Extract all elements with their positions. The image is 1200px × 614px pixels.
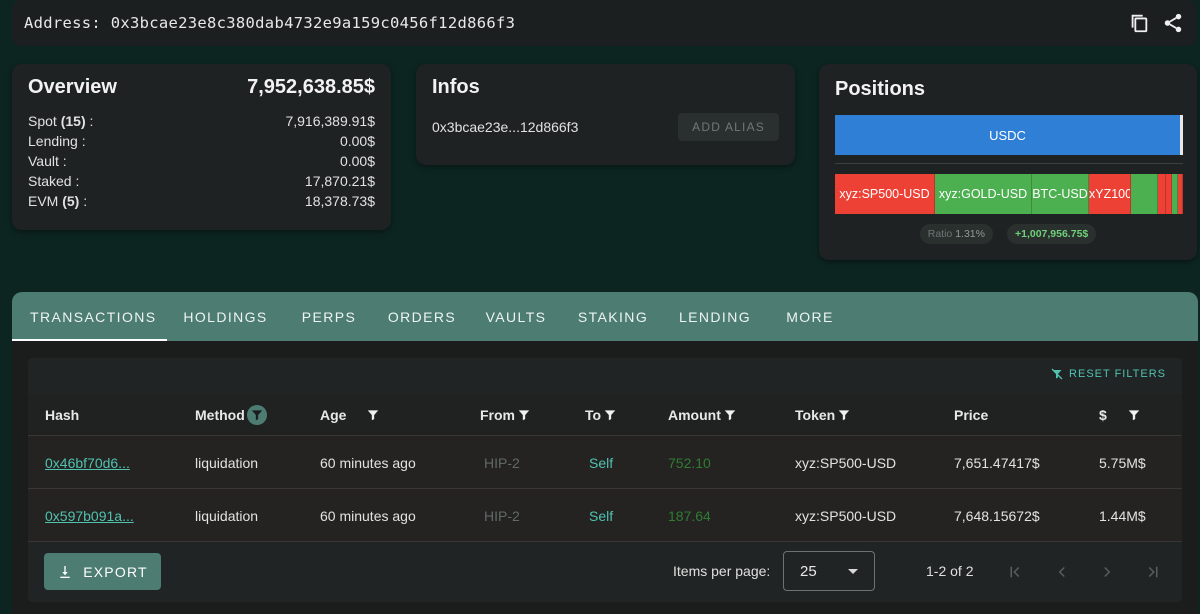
tx-age: 60 minutes ago <box>320 507 416 524</box>
copy-icon[interactable] <box>1128 12 1150 34</box>
col-price[interactable]: Price <box>954 394 988 436</box>
download-icon <box>60 565 70 578</box>
infos-title: Infos <box>432 76 480 98</box>
table-header: Hash Method Age From To Amount Token Pri… <box>28 394 1182 436</box>
address-bar: Address: 0x3bcae23e8c380dab4732e9a159c04… <box>12 0 1196 46</box>
tab-bar: TRANSACTIONS HOLDINGS PERPS ORDERS VAULT… <box>12 292 1198 341</box>
filter-off-icon <box>1051 368 1063 380</box>
filter-active-icon[interactable] <box>246 405 267 425</box>
overview-row-vault: Vault : 0.00$ <box>28 153 375 169</box>
tx-amount: 187.64 <box>668 507 711 524</box>
overview-total: 7,952,638.85$ <box>247 76 375 98</box>
divider <box>835 163 1183 164</box>
tx-price: 7,648.15672$ <box>954 507 1040 524</box>
tx-token: xyz:SP500-USD <box>795 454 897 471</box>
tx-token: xyz:SP500-USD <box>795 507 897 524</box>
overview-row-evm: EVM (5) : 18,378.73$ <box>28 193 375 209</box>
col-hash[interactable]: Hash <box>45 394 79 436</box>
position-segment[interactable]: BTC-USD <box>1032 174 1089 214</box>
position-segment[interactable]: xyz:SP500-USD <box>835 174 935 214</box>
tx-hash-link[interactable]: 0x597b091a... <box>45 489 134 542</box>
first-page-icon[interactable] <box>1003 560 1027 584</box>
filter-icon[interactable] <box>837 408 851 422</box>
export-label: EXPORT <box>83 563 148 580</box>
overview-row-spot: Spot (15) : 7,916,389.91$ <box>28 113 375 129</box>
positions-card: Positions USDC xyz:SP500-USD xyz:GOLD-US… <box>819 64 1197 260</box>
tab-more[interactable]: MORE <box>766 292 854 341</box>
filter-icon[interactable] <box>1127 408 1141 422</box>
tx-amount: 752.10 <box>668 454 711 471</box>
overview-row-staked: Staked : 17,870.21$ <box>28 173 375 189</box>
tab-lending[interactable]: LENDING <box>664 292 766 341</box>
tabs-panel: TRANSACTIONS HOLDINGS PERPS ORDERS VAULT… <box>12 292 1198 614</box>
usdc-bar[interactable]: USDC <box>835 115 1183 155</box>
chevron-down-icon <box>848 568 858 574</box>
share-icon[interactable] <box>1162 12 1184 34</box>
page-range: 1-2 of 2 <box>926 563 974 579</box>
position-segment[interactable]: xYZ100 <box>1089 174 1131 214</box>
col-to[interactable]: To <box>585 394 617 436</box>
items-per-page-value: 25 <box>800 562 817 580</box>
position-segment[interactable]: xyz:GOLD-USD <box>935 174 1032 214</box>
tx-to[interactable]: Self <box>589 489 613 542</box>
pnl-badge: +1,007,956.75$ <box>1006 224 1097 244</box>
tx-from[interactable]: HIP-2 <box>484 489 520 542</box>
tx-hash-link[interactable]: 0x46bf70d6... <box>45 436 130 489</box>
col-method[interactable]: Method <box>195 394 267 436</box>
tx-price: 7,651.47417$ <box>954 454 1040 471</box>
position-segment[interactable] <box>1158 174 1166 214</box>
reset-filters-button[interactable]: RESET FILTERS <box>1051 368 1166 380</box>
items-per-page-label: Items per page: <box>673 563 771 579</box>
col-age[interactable]: Age <box>320 394 380 436</box>
short-address: 0x3bcae23e...12d866f3 <box>432 119 579 135</box>
table-row: 0x46bf70d6... liquidation 60 minutes ago… <box>28 436 1182 489</box>
overview-card: Overview 7,952,638.85$ Spot (15) : 7,916… <box>12 64 391 230</box>
add-alias-button[interactable]: ADD ALIAS <box>678 113 779 141</box>
tab-orders[interactable]: ORDERS <box>374 292 470 341</box>
table-row: 0x597b091a... liquidation 60 minutes ago… <box>28 489 1182 542</box>
tab-perps[interactable]: PERPS <box>284 292 374 341</box>
tx-from[interactable]: HIP-2 <box>484 436 520 489</box>
col-amount[interactable]: Amount <box>668 394 737 436</box>
tab-staking[interactable]: STAKING <box>562 292 664 341</box>
tab-vaults[interactable]: VAULTS <box>470 292 562 341</box>
transactions-table: RESET FILTERS Hash Method Age From To Am… <box>28 358 1182 602</box>
filter-icon[interactable] <box>366 408 380 422</box>
col-from[interactable]: From <box>480 394 531 436</box>
prev-page-icon[interactable] <box>1050 560 1074 584</box>
col-token[interactable]: Token <box>795 394 851 436</box>
positions-title: Positions <box>835 78 926 100</box>
overview-row-lending: Lending : 0.00$ <box>28 133 375 149</box>
filter-icon[interactable] <box>723 408 737 422</box>
position-segment[interactable] <box>1178 174 1183 214</box>
export-button[interactable]: EXPORT <box>44 553 161 590</box>
infos-card: Infos 0x3bcae23e...12d866f3 ADD ALIAS <box>416 64 795 165</box>
tx-to[interactable]: Self <box>589 436 613 489</box>
tx-usd: 5.75M$ <box>1099 454 1146 471</box>
reset-filters-label: RESET FILTERS <box>1069 368 1166 380</box>
tab-transactions[interactable]: TRANSACTIONS <box>12 292 167 341</box>
tx-method: liquidation <box>195 507 259 524</box>
tx-usd: 1.44M$ <box>1099 507 1146 524</box>
next-page-icon[interactable] <box>1095 560 1119 584</box>
filter-icon[interactable] <box>517 408 531 422</box>
last-page-icon[interactable] <box>1141 560 1165 584</box>
position-segment[interactable] <box>1131 174 1158 214</box>
filter-icon[interactable] <box>603 408 617 422</box>
positions-bar: xyz:SP500-USD xyz:GOLD-USD BTC-USD xYZ10… <box>835 174 1183 214</box>
address-text: Address: 0x3bcae23e8c380dab4732e9a159c04… <box>24 14 516 32</box>
tx-age: 60 minutes ago <box>320 454 416 471</box>
tab-holdings[interactable]: HOLDINGS <box>167 292 284 341</box>
col-usd[interactable]: $ <box>1099 394 1141 436</box>
tx-method: liquidation <box>195 454 259 471</box>
overview-title: Overview <box>28 76 117 98</box>
ratio-badge: Ratio 1.31% <box>919 224 993 244</box>
items-per-page-select[interactable]: 25 <box>783 551 875 591</box>
